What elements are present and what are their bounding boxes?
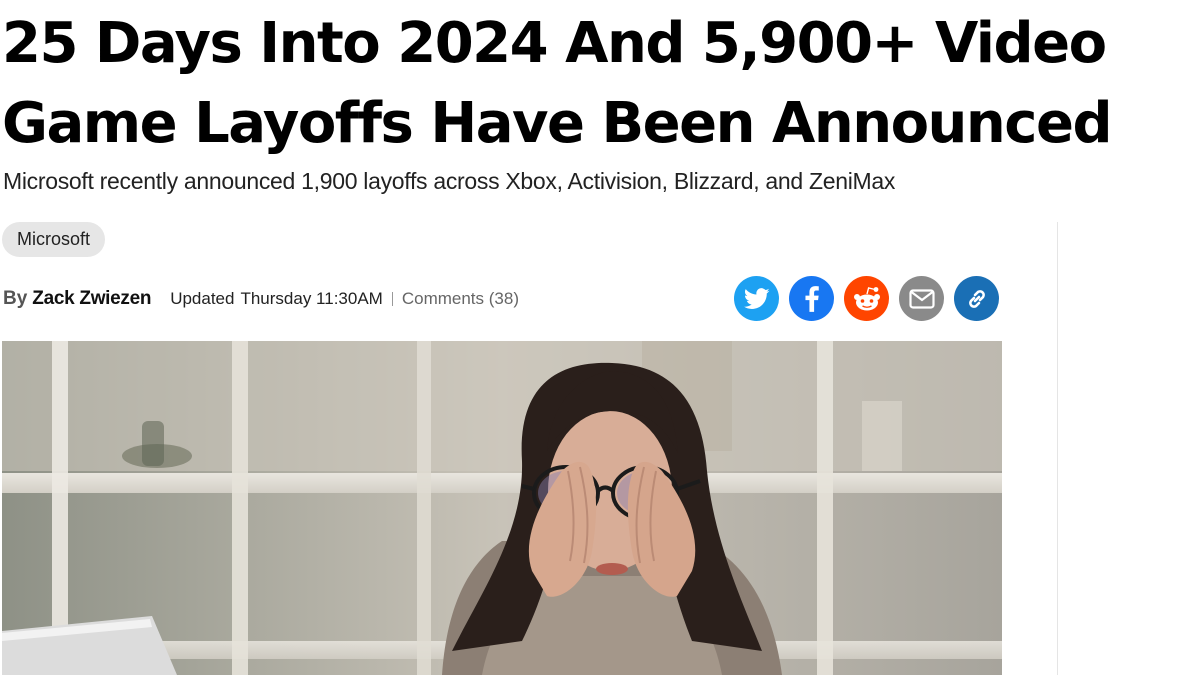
article-subheadline: Microsoft recently announced 1,900 layof… <box>3 168 896 194</box>
byline-prefix: By <box>3 288 28 309</box>
share-link-button[interactable] <box>954 276 999 321</box>
headline-line-1: 25 Days Into 2024 And 5,900+ Video <box>2 11 1107 76</box>
updated-timestamp: Thursday 11:30AM <box>240 289 383 308</box>
sidebar-divider <box>1057 222 1058 675</box>
facebook-icon <box>804 285 819 312</box>
article-headline: 25 Days Into 2024 And 5,900+ Video Game … <box>2 4 1186 164</box>
share-reddit-button[interactable] <box>844 276 889 321</box>
hero-photo-woman-rubbing-eyes <box>2 341 1002 675</box>
twitter-icon <box>743 287 770 309</box>
author-link[interactable]: Zack Zwiezen <box>32 288 151 310</box>
updated-label: Updated <box>170 289 235 308</box>
tag-microsoft[interactable]: Microsoft <box>2 222 106 257</box>
share-facebook-button[interactable] <box>789 276 834 321</box>
link-icon <box>968 289 985 308</box>
share-twitter-button[interactable] <box>734 276 779 321</box>
share-email-button[interactable] <box>899 276 944 321</box>
hero-image <box>2 341 1002 675</box>
comments-link[interactable]: Comments (38) <box>402 289 519 309</box>
headline-line-2: Game Layoffs Have Been Announced <box>2 91 1113 156</box>
byline-separator <box>391 292 393 306</box>
reddit-icon <box>853 286 880 310</box>
byline: By Zack Zwiezen Updated Thursday 11:30AM… <box>3 284 519 314</box>
email-icon <box>908 288 935 309</box>
share-buttons <box>734 276 999 321</box>
